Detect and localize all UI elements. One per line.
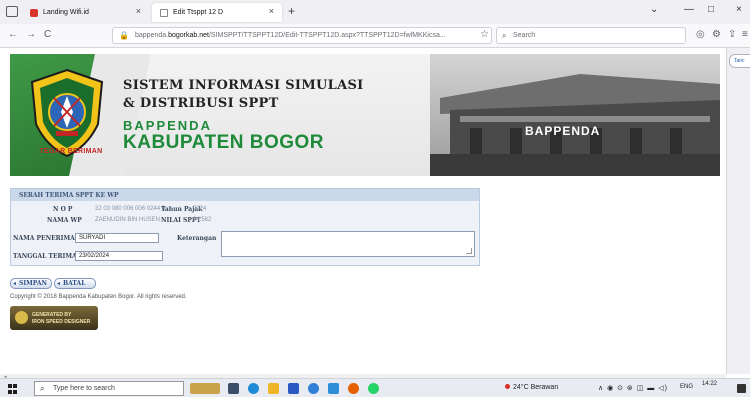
nilai-sppt-value: 64.562 xyxy=(193,217,212,223)
regency-name: KABUPATEN BOGOR xyxy=(123,132,325,153)
kabupaten-bogor-emblem-icon xyxy=(30,68,104,158)
keterangan-textarea[interactable] xyxy=(221,231,475,257)
tab-list-icon[interactable] xyxy=(6,6,18,17)
file-explorer-icon[interactable] xyxy=(268,383,279,394)
badge-line1: GENERATED BY xyxy=(32,312,72,318)
forward-icon[interactable]: → xyxy=(26,29,36,40)
firefox-icon[interactable] xyxy=(348,383,359,394)
weather-alert-icon xyxy=(505,384,510,389)
screen: Landing Wifi.id × Edit Ttsppt 12 D × + ⌄… xyxy=(0,0,750,397)
url-domain: bogorkab.net xyxy=(168,32,209,39)
browser-search-input[interactable]: ⌕ Search xyxy=(496,27,686,44)
system-tray-icons[interactable]: ∧ ◉ ⊙ ⊛ ◫ ▬ ◁) xyxy=(598,384,668,392)
store-icon[interactable] xyxy=(288,383,299,394)
tanggal-terima-input[interactable]: 23/02/2024 xyxy=(75,251,163,261)
batal-button[interactable]: ◂ BATAL xyxy=(54,278,96,289)
weather-widget[interactable]: 24°C Berawan xyxy=(505,384,558,391)
taskbar-search-placeholder: Type here to search xyxy=(53,385,115,392)
edge-icon[interactable] xyxy=(248,383,259,394)
close-tab-icon[interactable]: × xyxy=(269,6,274,16)
bookmark-star-icon[interactable]: ☆ xyxy=(480,29,489,40)
browser-tab-strip: Landing Wifi.id × Edit Ttsppt 12 D × + ⌄… xyxy=(0,0,750,24)
url-prefix: bappenda. xyxy=(135,32,169,39)
badge-line2: IRON SPEED DESIGNER xyxy=(32,319,91,325)
page-content: TEGAR BERIMAN SISTEM INFORMASI SIMULASI … xyxy=(0,48,726,374)
iron-speed-badge[interactable]: GENERATED BY IRON SPEED DESIGNER xyxy=(10,306,98,330)
clock[interactable]: 14:22 xyxy=(702,381,717,388)
search-placeholder: Search xyxy=(513,32,536,39)
tab-label: Edit Ttsppt 12 D xyxy=(173,9,224,16)
emblem-motto: TEGAR BERIMAN xyxy=(39,148,103,155)
weather-text: 24°C Berawan xyxy=(513,384,559,391)
batal-label: BATAL xyxy=(63,280,86,287)
back-icon[interactable]: ← xyxy=(8,29,18,40)
nama-penerima-input[interactable]: SURYADI xyxy=(75,233,159,243)
site-title-line2: & DISTRIBUSI SPPT xyxy=(123,96,279,111)
url-bar[interactable]: 🔒 bappenda. bogorkab.net/SIMSPPT/TTSPPT12… xyxy=(112,27,492,44)
nama-wp-value: ZAENUDIN BIN HUSEN xyxy=(95,217,161,223)
reload-icon[interactable]: C xyxy=(44,29,51,40)
tahun-pajak-value: 2024 xyxy=(193,206,207,212)
site-title-line1: SISTEM INFORMASI SIMULASI xyxy=(123,78,364,93)
account-icon[interactable]: ⚙ xyxy=(712,29,721,40)
copyright-text: Copyright © 2018 Bappenda Kabupaten Bogo… xyxy=(10,294,187,300)
nop-label: N O P xyxy=(53,206,73,213)
list-all-tabs-icon[interactable]: ⌄ xyxy=(650,4,658,15)
new-tab-button[interactable]: + xyxy=(288,4,295,18)
whatsapp-icon[interactable] xyxy=(368,383,379,394)
panel-title: SERAH TERIMA SPPT KE WP xyxy=(11,189,479,201)
close-tab-icon[interactable]: × xyxy=(136,6,141,16)
site-header-banner: TEGAR BERIMAN SISTEM INFORMASI SIMULASI … xyxy=(10,54,720,176)
agency-name: BAPPENDA xyxy=(123,118,212,133)
chevron-icon: ◂ xyxy=(13,280,17,287)
simpan-button[interactable]: ◂ SIMPAN xyxy=(10,278,52,289)
browser-nav-bar: ← → C 🔒 bappenda. bogorkab.net/SIMSPPT/TT… xyxy=(0,24,750,48)
url-path: /SIMSPPT/TTSPPT12D/Edit-TTSPPT12D.aspx?T… xyxy=(208,32,446,39)
tab-edit-ttsppt[interactable]: Edit Ttsppt 12 D × xyxy=(152,3,282,22)
building-sign: BAPPENDA xyxy=(525,124,601,138)
language-indicator[interactable]: ENG xyxy=(680,384,693,390)
office-building-photo xyxy=(430,54,720,176)
tab-label: Landing Wifi.id xyxy=(43,9,89,16)
search-icon: ⌕ xyxy=(40,384,45,393)
pocket-icon[interactable]: ◎ xyxy=(696,29,705,40)
keterangan-label: Keterangan xyxy=(177,235,217,242)
tab-landing-wifi[interactable]: Landing Wifi.id × xyxy=(22,3,149,22)
lock-icon[interactable]: 🔒 xyxy=(119,31,129,40)
serah-terima-form-panel: SERAH TERIMA SPPT KE WP N O P 32 03 080 … xyxy=(10,188,480,266)
nama-wp-label: NAMA WP xyxy=(47,217,82,224)
notification-icon[interactable] xyxy=(737,384,746,393)
close-window-icon[interactable]: × xyxy=(736,4,742,15)
browser-sidebar: Tanc xyxy=(726,48,750,374)
maximize-icon[interactable]: □ xyxy=(708,4,714,15)
task-view-icon[interactable] xyxy=(228,383,239,394)
windows-start-icon[interactable] xyxy=(8,384,18,394)
mail-icon[interactable] xyxy=(328,383,339,394)
chrome-icon[interactable] xyxy=(308,383,319,394)
windows-taskbar: ⌕ Type here to search 24°C Berawan ∧ ◉ ⊙… xyxy=(0,378,750,397)
wifi-id-favicon-icon xyxy=(30,8,38,17)
search-icon: ⌕ xyxy=(502,31,507,40)
sidebar-tab[interactable]: Tanc xyxy=(729,54,750,68)
extensions-icon[interactable]: ⇪ xyxy=(728,29,736,40)
chevron-icon: ◂ xyxy=(57,280,61,287)
page-favicon-icon xyxy=(160,8,168,17)
search-highlight-icon[interactable] xyxy=(190,383,220,394)
tanggal-terima-label: TANGGAL TERIMA xyxy=(13,253,77,260)
nama-penerima-label: NAMA PENERIMA xyxy=(13,235,75,242)
simpan-label: SIMPAN xyxy=(19,280,47,287)
menu-icon[interactable]: ≡ xyxy=(742,29,748,40)
minimize-icon[interactable]: — xyxy=(684,4,694,15)
taskbar-search-input[interactable]: ⌕ Type here to search xyxy=(34,381,184,396)
nop-value: 32 03 080 006 006 0244 0 xyxy=(95,206,166,212)
